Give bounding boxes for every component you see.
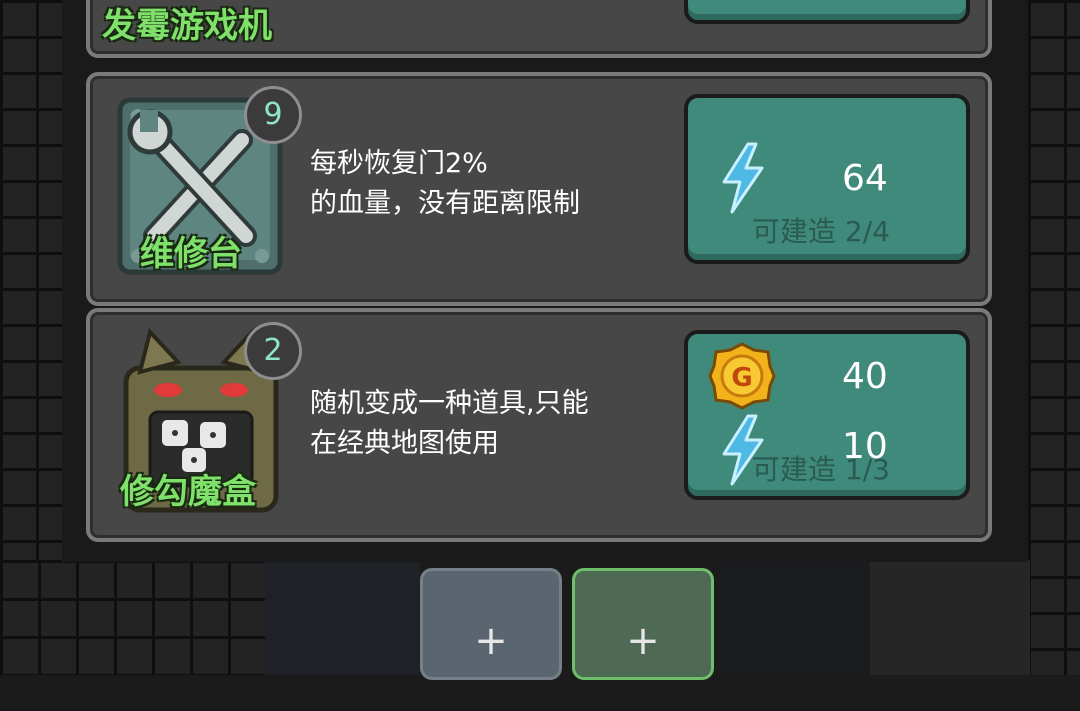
add-slot-label: + bbox=[474, 618, 508, 664]
description-line: 每秒恢复门2% bbox=[310, 148, 488, 179]
build-button[interactable]: 64 可建造 2/4 bbox=[684, 94, 970, 264]
description-line: 的血量，没有距离限制 bbox=[310, 188, 580, 219]
brick-wall-left bbox=[0, 0, 62, 560]
item-card-top[interactable]: 发霉游戏机 bbox=[86, 0, 992, 58]
gold-coin-icon: G bbox=[708, 342, 776, 410]
item-name: 维修台 bbox=[140, 234, 242, 274]
level-badge: 9 bbox=[244, 86, 302, 144]
brick-wall-right bbox=[1028, 0, 1080, 675]
item-card-repair-bench[interactable]: 维修台 9 每秒恢复门2% 的血量，没有距离限制 64 可建造 2/4 bbox=[86, 72, 992, 306]
add-slot-label: + bbox=[626, 618, 660, 664]
item-slot-empty[interactable]: + bbox=[420, 568, 562, 680]
coin-symbol: G bbox=[731, 363, 752, 393]
description-line: 在经典地图使用 bbox=[310, 428, 499, 459]
cost-amount: 40 bbox=[842, 356, 888, 397]
item-name: 修勾魔盒 bbox=[120, 472, 256, 512]
build-status: 可建造 2/4 bbox=[752, 215, 890, 248]
cost-amount: 64 bbox=[842, 158, 888, 199]
build-status: 可建造 1/3 bbox=[752, 453, 890, 486]
floor-tile bbox=[870, 560, 1030, 675]
level-badge: 2 bbox=[244, 322, 302, 380]
build-button[interactable]: G 40 10 可建造 1/3 bbox=[684, 330, 970, 500]
item-slot-selected[interactable]: + bbox=[572, 568, 714, 680]
build-button[interactable] bbox=[684, 0, 970, 24]
brick-floor-left bbox=[0, 560, 265, 675]
description-line: 随机变成一种道具,只能 bbox=[310, 388, 589, 419]
lightning-icon bbox=[718, 142, 768, 214]
item-description: 每秒恢复门2% 的血量，没有距离限制 bbox=[310, 144, 580, 224]
item-card-magic-box[interactable]: 修勾魔盒 2 随机变成一种道具,只能 在经典地图使用 G 40 10 可建造 1… bbox=[86, 308, 992, 542]
floor-tile bbox=[720, 560, 870, 675]
item-name: 发霉游戏机 bbox=[102, 6, 272, 46]
floor-tile bbox=[265, 560, 420, 675]
item-description: 随机变成一种道具,只能 在经典地图使用 bbox=[310, 384, 589, 464]
